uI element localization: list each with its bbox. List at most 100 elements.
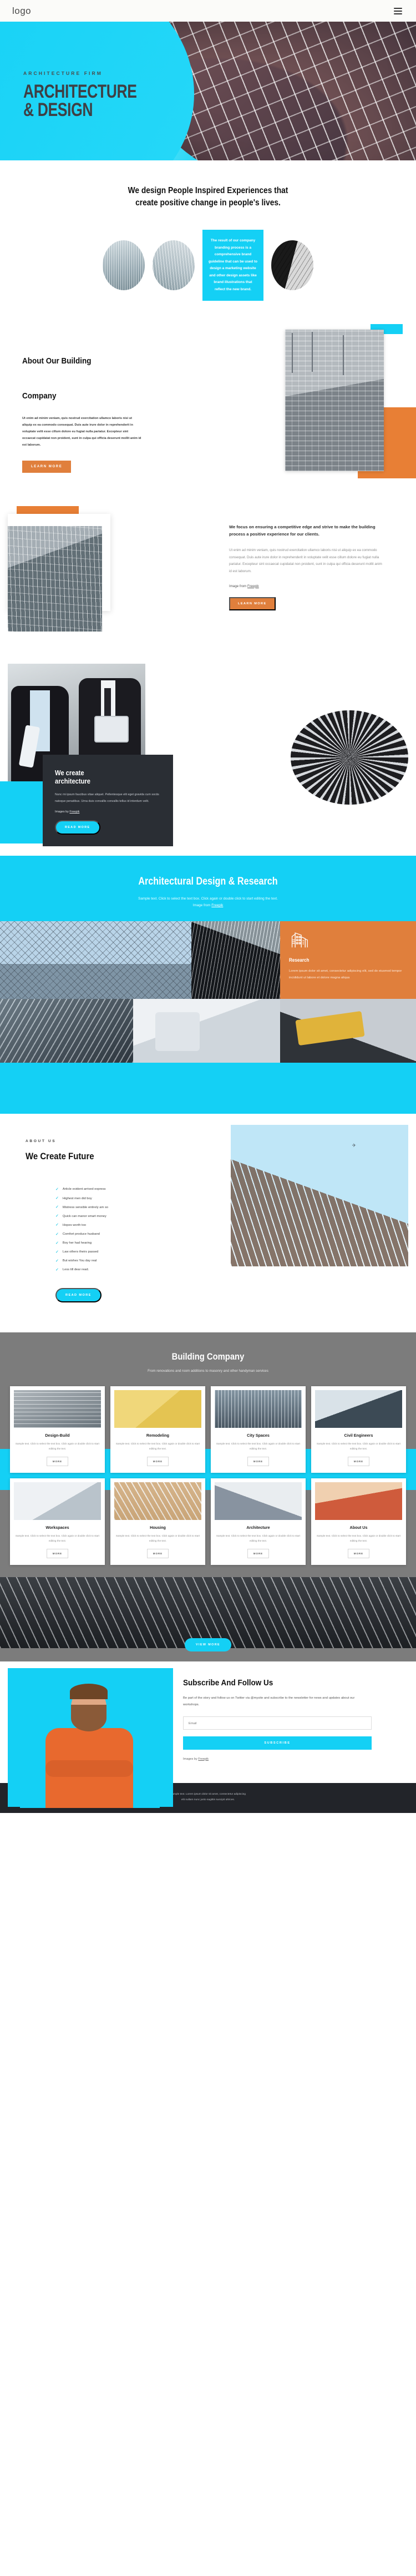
service-card[interactable]: Workspaces Sample text. Click to select t…: [10, 1478, 105, 1565]
service-card-title: Civil Engineers: [344, 1432, 373, 1438]
circle-image-2: [153, 240, 195, 291]
about-heading-2: Company: [22, 391, 57, 401]
service-card-title: About Us: [349, 1524, 368, 1530]
service-card-more-button[interactable]: MORE: [146, 1456, 169, 1466]
bc-footer-photo: [0, 1577, 416, 1648]
about-heading-1: About Our Building: [22, 356, 92, 366]
service-card-more-button[interactable]: MORE: [146, 1548, 169, 1558]
check-icon: ✓: [55, 1205, 59, 1210]
subscribe-heading: Subscribe And Follow Us: [183, 1678, 273, 1688]
check-icon: ✓: [55, 1259, 59, 1263]
email-input[interactable]: [184, 1717, 371, 1730]
subscribe-button[interactable]: SUBSCRIBE: [183, 1736, 372, 1750]
service-card[interactable]: Remodeling Sample text. Click to select t…: [110, 1386, 205, 1473]
checklist-item-label: Mistress sensible entirely am so: [62, 1205, 109, 1209]
circle-image-1: [103, 240, 145, 291]
remodeling-thumb: [114, 1390, 201, 1428]
we-create-architecture-card: We create architecture Nunc mi ipsum fau…: [43, 755, 173, 847]
service-card[interactable]: Architecture Sample text. Click to select…: [211, 1478, 306, 1565]
team-heading-line2: architecture: [55, 776, 91, 785]
hero-title-line2: & DESIGN: [23, 99, 93, 121]
service-card-title: Housing: [150, 1524, 166, 1530]
focus-credit-link[interactable]: Freepik: [247, 584, 259, 588]
checklist-item-label: Boy her had hearing: [62, 1241, 92, 1245]
service-card-title: City Spaces: [247, 1432, 270, 1438]
adr-sub-line2: Image from Freepik: [0, 902, 416, 909]
subscribe-credit: Images by Freepik: [183, 1757, 385, 1761]
focus-text-block: We focus on ensuring a competitive edge …: [229, 524, 395, 610]
service-card-more-button[interactable]: MORE: [46, 1456, 69, 1466]
focus-heading: We focus on ensuring a competitive edge …: [229, 524, 376, 537]
service-card[interactable]: City Spaces Sample text. Click to select …: [211, 1386, 306, 1473]
check-icon: ✓: [55, 1196, 59, 1201]
service-card-more-button[interactable]: MORE: [247, 1548, 270, 1558]
adr-sub-line1: Sample text. Click to select the text bo…: [138, 897, 278, 901]
adr-heading: Architectural Design & Research: [138, 876, 278, 888]
site-header: logo: [0, 0, 416, 22]
service-card-text: Sample text. Click to select the text bo…: [115, 1534, 200, 1542]
hero-title-line1: ARCHITECTURE: [23, 81, 137, 102]
service-card-title: Design-Build: [45, 1432, 70, 1438]
adr-subtext: Sample text. Click to select the text bo…: [0, 896, 416, 909]
subscribe-credit-prefix: Images by: [183, 1757, 199, 1761]
service-card-text: Sample text. Click to select the text bo…: [216, 1442, 301, 1450]
logo[interactable]: logo: [12, 6, 31, 17]
service-card[interactable]: Design-Build Sample text. Click to select…: [10, 1386, 105, 1473]
intro-line-2: create positive change in people's lives…: [135, 198, 281, 208]
service-card-title: Remodeling: [146, 1432, 170, 1438]
subscribe-form-block: Subscribe And Follow Us Be part of the s…: [183, 1678, 400, 1761]
subscribe-credit-link[interactable]: Freepik: [198, 1757, 209, 1761]
check-icon: ✓: [55, 1214, 59, 1219]
future-text-block: ABOUT US We Create Future: [0, 1139, 183, 1162]
service-card-text: Sample text. Click to select the text bo…: [316, 1442, 401, 1450]
focus-learn-more-button[interactable]: LEARN MORE: [229, 597, 276, 610]
subscribe-section: Subscribe And Follow Us Be part of the s…: [0, 1661, 416, 1808]
service-card-title: Architecture: [246, 1524, 270, 1530]
email-field[interactable]: [183, 1716, 372, 1730]
adr-credit-link[interactable]: Freepik: [211, 903, 223, 907]
check-icon: ✓: [55, 1223, 59, 1228]
future-read-more-button[interactable]: READ MORE: [55, 1287, 102, 1302]
checklist-item-label: Highest men did boy: [62, 1196, 92, 1200]
building-icon: [291, 932, 308, 948]
adr-image-2: [191, 921, 280, 999]
team-heading: We create architecture: [55, 769, 146, 785]
hero-banner: ARCHITECTURE FIRM ARCHITECTURE & DESIGN: [0, 22, 416, 160]
adr-section: Architectural Design & Research Sample t…: [0, 856, 416, 1114]
service-card-grid: Design-Build Sample text. Click to select…: [0, 1373, 416, 1565]
focus-credit: Image from Freepik: [229, 584, 395, 588]
team-read-more-button[interactable]: READ MORE: [55, 820, 100, 835]
bc-heading: Building Company: [171, 1351, 245, 1362]
service-card[interactable]: About Us Sample text. Click to select the…: [311, 1478, 406, 1565]
service-card-more-button[interactable]: MORE: [347, 1548, 370, 1558]
about-learn-more-button[interactable]: LEARN MORE: [22, 461, 72, 473]
adr-image-5: [280, 999, 416, 1063]
team-heading-line1: We create: [55, 769, 84, 777]
check-icon: ✓: [55, 1267, 59, 1272]
adr-image-1: [0, 921, 191, 999]
service-card[interactable]: Civil Engineers Sample text. Click to sel…: [311, 1386, 406, 1473]
focus-credit-prefix: Image from: [229, 584, 248, 588]
circle-gallery: The result of our company branding proce…: [0, 225, 416, 324]
service-card[interactable]: Housing Sample text. Click to select the …: [110, 1478, 205, 1565]
service-card-more-button[interactable]: MORE: [347, 1456, 370, 1466]
about-us-thumb: [315, 1482, 402, 1520]
view-more-button[interactable]: VIEW MORE: [184, 1638, 232, 1651]
checklist-item-label: But wishes You day real: [62, 1259, 97, 1263]
service-card-text: Sample text. Click to select the text bo…: [115, 1442, 200, 1450]
service-card-more-button[interactable]: MORE: [46, 1548, 69, 1558]
focus-paragraph: Ut enim ad minim veniam, quis nostrud ex…: [229, 548, 382, 574]
research-card-title: Research: [289, 957, 310, 963]
checklist-item-label: Quick can manor smart money: [62, 1214, 106, 1218]
about-section: About Our Building Company Ut enim ad mi…: [0, 324, 416, 501]
service-card-more-button[interactable]: MORE: [247, 1456, 270, 1466]
team-credit-link[interactable]: Freepik: [69, 810, 79, 814]
team-credit: Images by Freepik: [55, 810, 161, 814]
intro-section: We design People Inspired Experiences th…: [0, 160, 416, 225]
checklist-item: ✓ Less till dear read.: [55, 1266, 416, 1275]
intro-line-1: We design People Inspired Experiences th…: [128, 186, 288, 195]
hamburger-icon[interactable]: [392, 6, 404, 16]
intro-heading: We design People Inspired Experiences th…: [58, 185, 358, 209]
checklist-item-label: Article evident arrived express: [62, 1188, 106, 1191]
future-heading: We Create Future: [26, 1151, 94, 1162]
